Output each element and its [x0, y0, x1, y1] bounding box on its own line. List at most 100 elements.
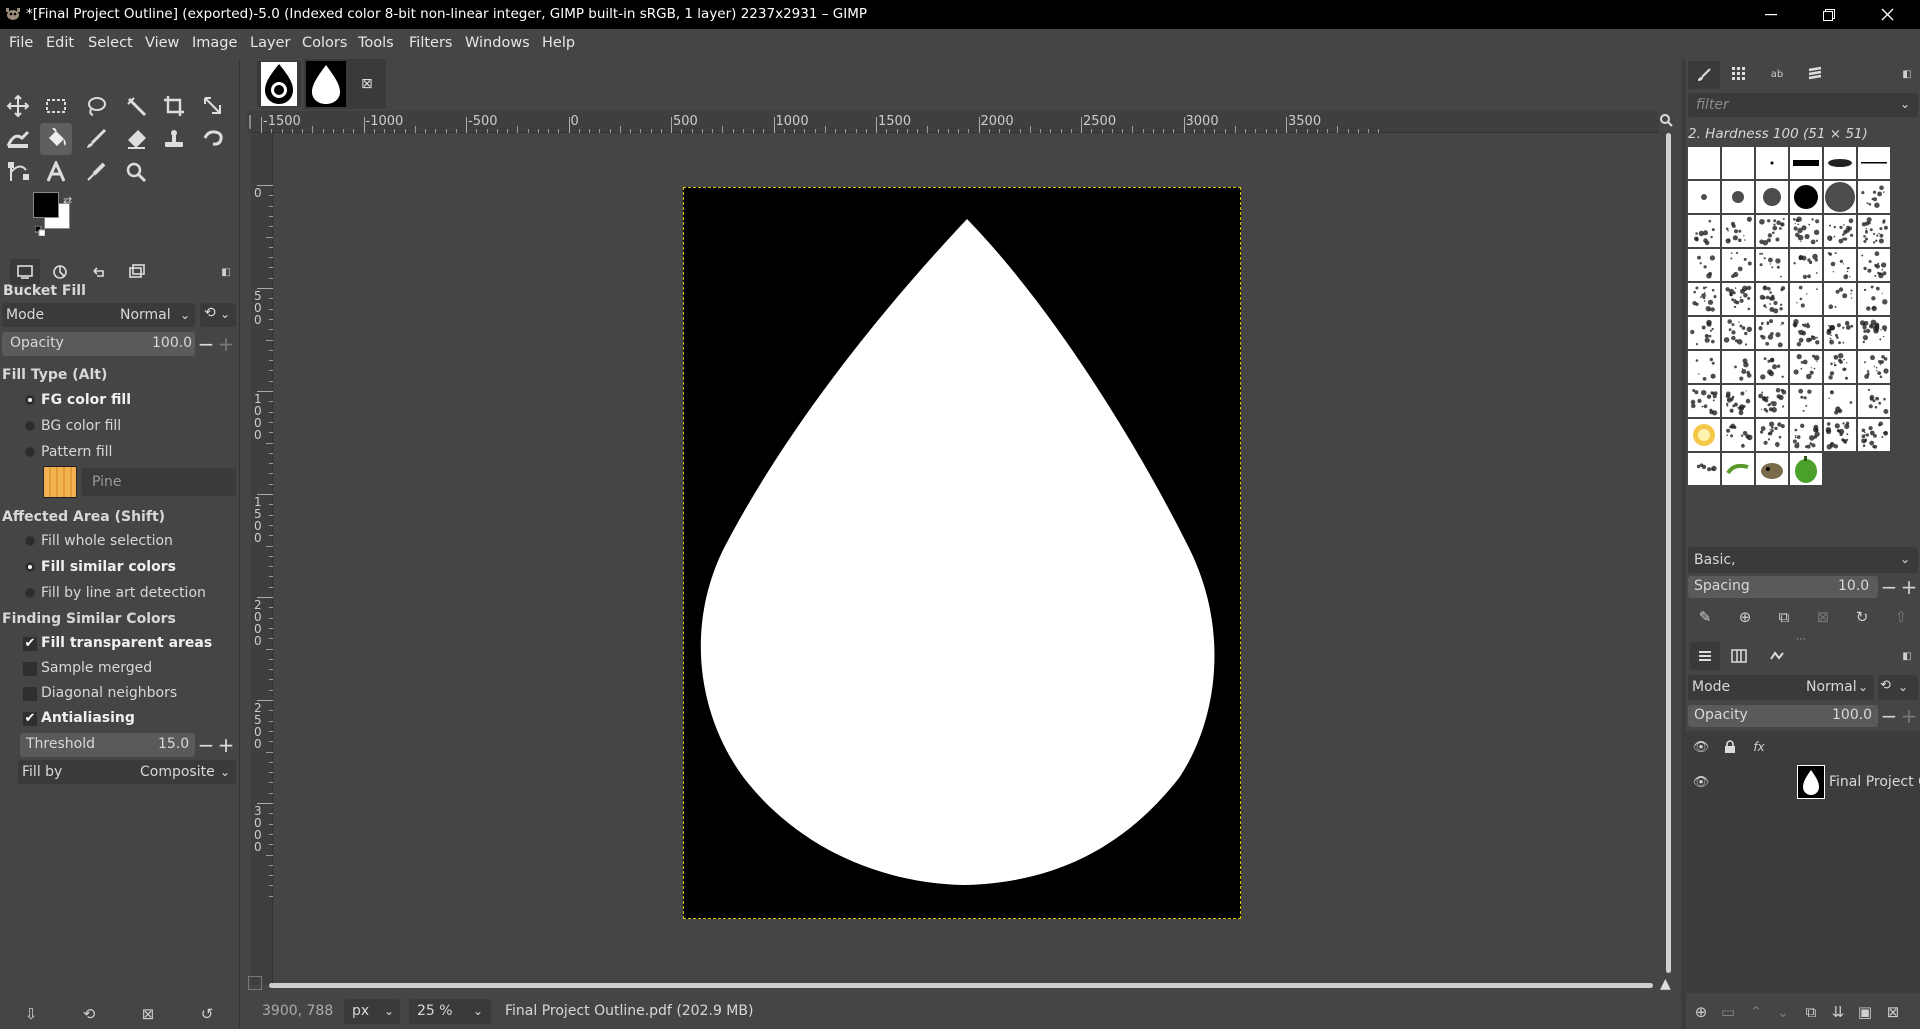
brush-thumbnail[interactable]: [1858, 147, 1890, 179]
brush-thumbnail[interactable]: [1790, 317, 1822, 349]
brush-thumbnail[interactable]: [1858, 181, 1890, 213]
vertical-scrollbar[interactable]: [1661, 133, 1675, 983]
brush-thumbnail[interactable]: [1858, 249, 1890, 281]
new-layer-group-icon[interactable]: ▭: [1717, 1001, 1739, 1023]
brush-thumbnail[interactable]: [1756, 147, 1788, 179]
delete-tool-preset-icon[interactable]: ⊠: [137, 1003, 159, 1025]
pattern-preview[interactable]: [43, 466, 77, 498]
move-tool-icon[interactable]: [2, 90, 34, 122]
brush-thumbnail[interactable]: [1756, 215, 1788, 247]
brush-thumbnail[interactable]: [1824, 215, 1856, 247]
brush-thumbnail[interactable]: [1858, 283, 1890, 315]
layer-mode-select[interactable]: Mode Normal ⌄: [1688, 675, 1874, 700]
antialiasing-label[interactable]: Antialiasing: [41, 710, 135, 726]
eraser-tool-icon[interactable]: [120, 123, 152, 155]
brush-thumbnail[interactable]: [1824, 181, 1856, 213]
brush-thumbnail[interactable]: [1858, 419, 1890, 451]
fg-fill-radio[interactable]: [25, 395, 35, 405]
close-window-icon[interactable]: [1858, 0, 1916, 29]
brush-thumbnail[interactable]: [1722, 283, 1754, 315]
brush-thumbnail[interactable]: [1756, 181, 1788, 213]
fill-line-art-label[interactable]: Fill by line art detection: [41, 585, 206, 601]
menu-select[interactable]: Select: [88, 35, 133, 51]
reset-tool-options-icon[interactable]: ↺: [196, 1003, 218, 1025]
patterns-tab-icon[interactable]: [1728, 63, 1750, 85]
layer-opacity-decrease-icon[interactable]: −: [1878, 704, 1900, 728]
menu-colors[interactable]: Colors: [302, 35, 347, 51]
rect-select-tool-icon[interactable]: [40, 90, 72, 122]
threshold-decrease-icon[interactable]: −: [195, 733, 217, 757]
warp-transform-tool-icon[interactable]: [2, 123, 34, 155]
brush-thumbnail[interactable]: [1722, 453, 1754, 485]
brush-thumbnail[interactable]: [1790, 181, 1822, 213]
menu-layer[interactable]: Layer: [250, 35, 290, 51]
dock-menu-icon[interactable]: ◧: [1896, 645, 1918, 667]
text-tool-icon[interactable]: [40, 156, 72, 188]
crop-tool-icon[interactable]: [158, 90, 190, 122]
brush-thumbnail[interactable]: [1824, 351, 1856, 383]
brush-thumbnail[interactable]: [1756, 249, 1788, 281]
zoom-select[interactable]: 25 % ⌄: [409, 999, 491, 1024]
brush-thumbnail[interactable]: [1722, 215, 1754, 247]
dock-menu-icon[interactable]: ◧: [215, 261, 237, 283]
canvas-area[interactable]: [273, 133, 1658, 985]
zoom-to-fit-icon[interactable]: [1658, 112, 1676, 130]
image-tab-2[interactable]: ⊠: [304, 59, 386, 109]
diagonal-neighbors-checkbox[interactable]: [23, 687, 37, 701]
menu-help[interactable]: Help: [542, 35, 575, 51]
raise-layer-icon[interactable]: ⌃: [1745, 1001, 1767, 1023]
paths-tab-icon[interactable]: [1766, 645, 1788, 667]
open-brush-icon[interactable]: ⇧: [1890, 606, 1912, 628]
fill-line-art-radio[interactable]: [25, 588, 35, 598]
brush-thumbnail[interactable]: [1722, 249, 1754, 281]
lasso-tool-icon[interactable]: [80, 90, 112, 122]
antialiasing-checkbox[interactable]: ✔: [23, 712, 37, 726]
fill-by-select[interactable]: Fill by Composite ⌄: [18, 760, 236, 784]
pattern-fill-radio[interactable]: [25, 447, 35, 457]
pattern-name-field[interactable]: Pine: [82, 468, 236, 496]
color-picker-tool-icon[interactable]: [80, 156, 112, 188]
brush-thumbnail[interactable]: [1858, 351, 1890, 383]
fonts-tab-icon[interactable]: ab: [1766, 63, 1788, 85]
restore-tool-preset-icon[interactable]: ⟲: [78, 1003, 100, 1025]
brush-thumbnail[interactable]: [1688, 181, 1720, 213]
layer-mask-icon[interactable]: ▣: [1854, 1001, 1876, 1023]
smudge-tool-icon[interactable]: [197, 123, 229, 155]
brushes-tab-icon[interactable]: [1688, 61, 1720, 89]
opacity-increase-icon[interactable]: +: [215, 332, 237, 356]
swap-colors-icon[interactable]: ⇄: [63, 194, 72, 207]
foreground-color-swatch[interactable]: [33, 192, 59, 218]
delete-layer-icon[interactable]: ⊠: [1882, 1001, 1904, 1023]
menu-edit[interactable]: Edit: [46, 35, 74, 51]
brush-preset-select[interactable]: Basic, ⌄: [1688, 547, 1918, 573]
brush-thumbnail[interactable]: [1722, 419, 1754, 451]
opacity-slider[interactable]: Opacity 100.0: [2, 332, 195, 356]
brush-thumbnail[interactable]: [1790, 419, 1822, 451]
restore-icon[interactable]: [1800, 0, 1858, 29]
threshold-slider[interactable]: Threshold 15.0: [20, 733, 195, 757]
fill-transparent-label[interactable]: Fill transparent areas: [41, 635, 212, 651]
fill-whole-selection-label[interactable]: Fill whole selection: [41, 533, 173, 549]
brush-thumbnail[interactable]: [1722, 317, 1754, 349]
brush-thumbnail[interactable]: [1688, 351, 1720, 383]
brush-thumbnail[interactable]: [1688, 249, 1720, 281]
brush-thumbnail[interactable]: [1688, 147, 1720, 179]
layer-visibility-icon[interactable]: 👁: [1690, 771, 1712, 793]
edit-brush-icon[interactable]: ✎: [1694, 606, 1716, 628]
sample-merged-checkbox[interactable]: [23, 662, 37, 676]
brush-thumbnail[interactable]: [1790, 351, 1822, 383]
default-colors-icon[interactable]: [35, 226, 45, 236]
fuzzy-select-tool-icon[interactable]: [120, 90, 152, 122]
brush-thumbnail[interactable]: [1824, 419, 1856, 451]
tool-options-tab-icon[interactable]: [10, 259, 40, 285]
gradients-tab-icon[interactable]: [1804, 63, 1826, 85]
spacing-increase-icon[interactable]: +: [1898, 575, 1920, 599]
opacity-decrease-icon[interactable]: −: [195, 332, 217, 356]
brush-thumbnail[interactable]: [1756, 385, 1788, 417]
menu-view[interactable]: View: [145, 35, 179, 51]
layer-opacity-increase-icon[interactable]: +: [1898, 704, 1920, 728]
bg-fill-label[interactable]: BG color fill: [41, 418, 121, 434]
menu-image[interactable]: Image: [192, 35, 237, 51]
delete-brush-icon[interactable]: ⊠: [1812, 606, 1834, 628]
fg-fill-label[interactable]: FG color fill: [41, 392, 131, 408]
